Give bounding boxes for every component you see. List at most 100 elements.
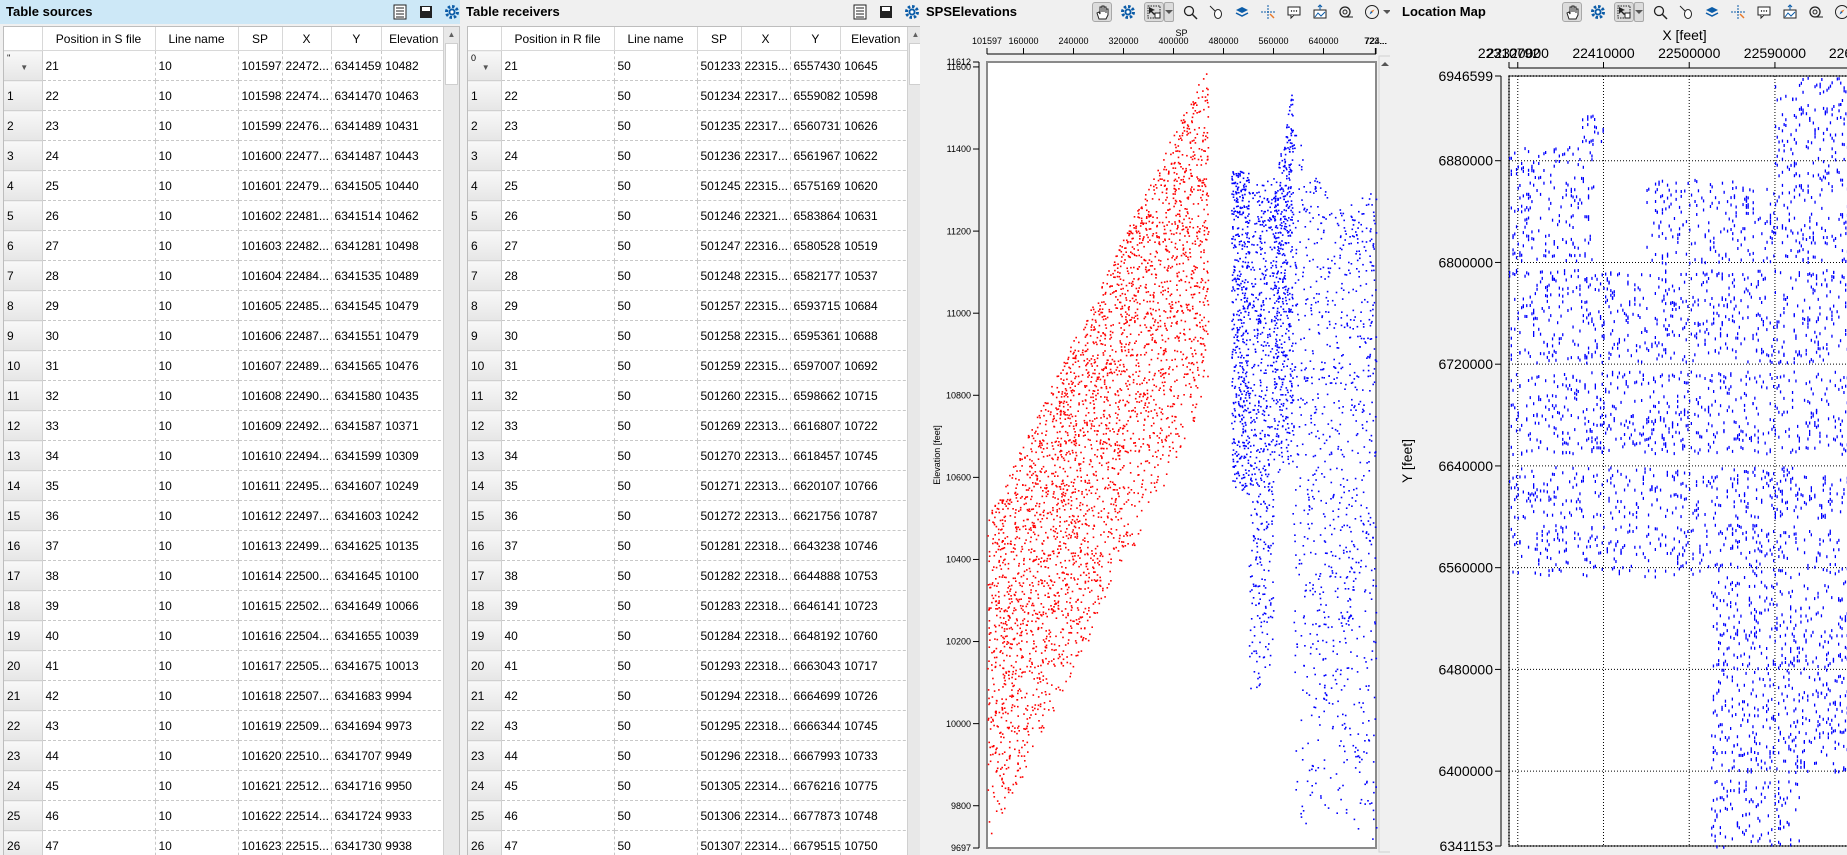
cell-elevation[interactable]: 10537 <box>840 260 912 291</box>
cell-y[interactable]: 6559082 <box>790 80 842 111</box>
cell-position-in-r-file[interactable]: 43 <box>501 710 615 741</box>
row-header[interactable]: 11 <box>468 380 502 411</box>
cell-sp[interactable]: 501269 <box>697 410 742 441</box>
cell-sp[interactable]: 101615 <box>238 590 283 621</box>
row-header[interactable]: 10 <box>4 350 43 381</box>
cell-x[interactable]: 22476... <box>282 110 332 141</box>
row-header[interactable]: 22 <box>4 710 43 741</box>
row-header[interactable]: 5 <box>4 200 43 231</box>
cell-position-in-s-file[interactable]: 30 <box>42 320 156 351</box>
cell-line-name[interactable]: 10 <box>155 110 239 141</box>
table-row[interactable]: 24 45 10 101621 22512... 6341716 9950 <box>4 770 447 801</box>
row-header[interactable]: 13 <box>4 440 43 471</box>
cell-y[interactable]: 6341694 <box>331 710 383 741</box>
table-row[interactable]: 2 23 10 101599 22476... 6341489 10431 <box>4 110 447 141</box>
row-header[interactable]: 8 <box>4 290 43 321</box>
cell-y[interactable]: 6341487 <box>331 140 383 171</box>
cell-y[interactable]: 6582177 <box>790 260 842 291</box>
table-row[interactable]: 12 33 50 501269 22313... 6616807 10722 <box>468 410 912 441</box>
cell-line-name[interactable]: 10 <box>155 560 239 591</box>
cell-elevation[interactable]: 10498 <box>381 230 447 261</box>
cell-sp[interactable]: 101603 <box>238 230 283 261</box>
cell-sp[interactable]: 101601 <box>238 170 283 201</box>
cell-x[interactable]: 22315... <box>741 350 791 381</box>
cell-elevation[interactable]: 10726 <box>840 680 912 711</box>
row-header[interactable]: 16 <box>4 530 43 561</box>
cell-line-name[interactable]: 10 <box>155 770 239 801</box>
cell-position-in-s-file[interactable]: 23 <box>42 110 156 141</box>
cell-position-in-r-file[interactable]: 23 <box>501 110 615 141</box>
row-header[interactable]: 13 <box>468 440 502 471</box>
row-header[interactable]: 14 <box>468 470 502 501</box>
row-header[interactable]: 7 <box>4 260 43 291</box>
cell-line-name[interactable]: 10 <box>155 200 239 231</box>
cell-elevation[interactable]: 10684 <box>840 290 912 321</box>
cell-x[interactable]: 22489... <box>282 350 332 381</box>
cell-x[interactable]: 22510... <box>282 740 332 771</box>
cell-line-name[interactable]: 10 <box>155 530 239 561</box>
cell-x[interactable]: 22321... <box>741 200 791 231</box>
table-row[interactable]: 1 22 10 101598 22474... 6341470 10463 <box>4 80 447 111</box>
cell-y[interactable]: 6560731 <box>790 110 842 141</box>
cell-x[interactable]: 22315... <box>741 290 791 321</box>
cell-position-in-s-file[interactable]: 47 <box>42 830 156 855</box>
cell-line-name[interactable]: 50 <box>614 530 698 561</box>
row-header[interactable]: 17 <box>468 560 502 591</box>
export-image-icon[interactable] <box>1310 2 1330 22</box>
cell-line-name[interactable]: 50 <box>614 170 698 201</box>
cell-sp[interactable]: 101614 <box>238 560 283 591</box>
cell-x[interactable]: 22474... <box>282 80 332 111</box>
cell-position-in-s-file[interactable]: 35 <box>42 470 156 501</box>
corner-header[interactable] <box>468 27 502 51</box>
zoom-magnifier-icon[interactable] <box>1180 2 1200 22</box>
row-header[interactable]: 21 <box>468 680 502 711</box>
cell-sp[interactable]: 101608 <box>238 380 283 411</box>
cell-x[interactable]: 22514... <box>282 800 332 831</box>
cell-sp[interactable]: 101602 <box>238 200 283 231</box>
row-header[interactable]: 19 <box>468 620 502 651</box>
vertical-scrollbar[interactable]: ▲▼ <box>907 27 920 855</box>
column-header[interactable]: Y <box>331 27 383 51</box>
cell-sp[interactable]: 501271 <box>697 470 742 501</box>
cell-line-name[interactable]: 50 <box>614 470 698 501</box>
row-header[interactable]: 2 <box>468 110 502 141</box>
cell-position-in-s-file[interactable]: 45 <box>42 770 156 801</box>
table-row[interactable]: 10 31 50 501259 22315... 6597007 10692 <box>468 350 912 381</box>
cell-elevation[interactable]: 10688 <box>840 320 912 351</box>
cell-line-name[interactable]: 10 <box>155 290 239 321</box>
cell-x[interactable]: 22315... <box>741 320 791 351</box>
row-header[interactable]: 5 <box>468 200 502 231</box>
cell-sp[interactable]: 101610 <box>238 440 283 471</box>
cell-elevation[interactable]: 10598 <box>840 80 912 111</box>
cell-x[interactable]: 22318... <box>741 560 791 591</box>
cell-position-in-r-file[interactable]: 47 <box>501 830 615 855</box>
cell-position-in-s-file[interactable]: 44 <box>42 740 156 771</box>
column-header[interactable]: SP <box>697 27 742 51</box>
cell-x[interactable]: 22495... <box>282 470 332 501</box>
cell-position-in-s-file[interactable]: 36 <box>42 500 156 531</box>
column-header[interactable]: Elevation <box>840 27 912 51</box>
scroll-thumb[interactable] <box>445 43 458 85</box>
cell-x[interactable]: 22318... <box>741 620 791 651</box>
chevron-down-icon[interactable] <box>1382 2 1390 22</box>
cell-line-name[interactable]: 10 <box>155 590 239 621</box>
table-row[interactable]: 0 ▼ 21 50 501233 22315... 6557430 10645 <box>468 50 912 81</box>
table-row[interactable]: 26 47 10 101623 22515... 6341730 9938 <box>4 830 447 855</box>
cell-elevation[interactable]: 10242 <box>381 500 447 531</box>
cell-sp[interactable]: 501294 <box>697 680 742 711</box>
save-icon[interactable] <box>416 2 436 22</box>
cell-sp[interactable]: 101613 <box>238 530 283 561</box>
cell-elevation[interactable]: 10620 <box>840 170 912 201</box>
cell-elevation[interactable]: 10476 <box>381 350 447 381</box>
row-header[interactable]: 19 <box>4 620 43 651</box>
row-header[interactable]: 22 <box>468 710 502 741</box>
column-header[interactable]: Elevation <box>381 27 447 51</box>
cell-line-name[interactable]: 50 <box>614 770 698 801</box>
cell-y[interactable]: 6341625 <box>331 530 383 561</box>
cell-x[interactable]: 22313... <box>741 440 791 471</box>
cell-y[interactable]: 6341545 <box>331 290 383 321</box>
cell-x[interactable]: 22317... <box>741 110 791 141</box>
row-header[interactable]: 10 <box>468 350 502 381</box>
cell-sp[interactable]: 501234 <box>697 80 742 111</box>
cell-line-name[interactable]: 10 <box>155 740 239 771</box>
